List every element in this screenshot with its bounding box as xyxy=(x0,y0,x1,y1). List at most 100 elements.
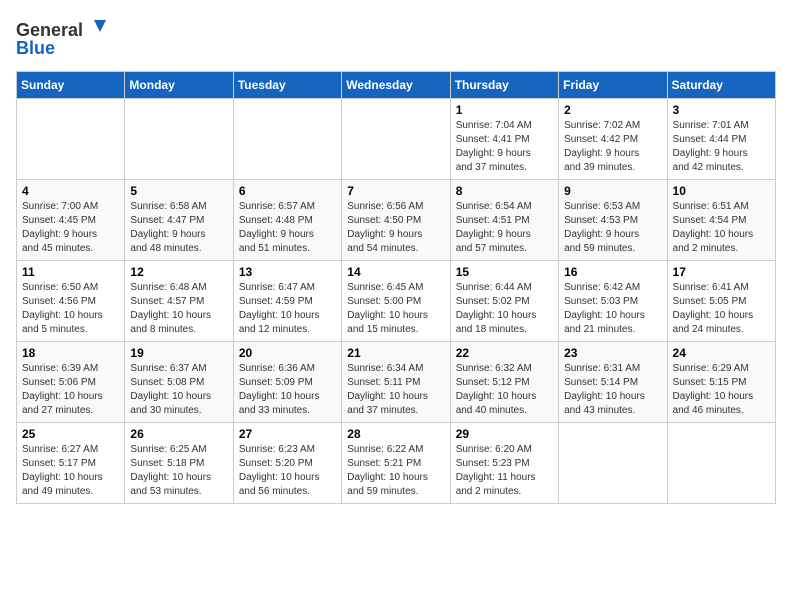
calendar-week-row: 11 Sunrise: 6:50 AM Sunset: 4:56 PM Dayli… xyxy=(17,261,776,342)
day-number: 9 xyxy=(564,184,661,198)
logo-svg: GeneralBlue xyxy=(16,16,116,61)
day-info: Sunrise: 6:34 AM Sunset: 5:11 PM Dayligh… xyxy=(347,362,444,418)
day-info: Sunrise: 6:44 AM Sunset: 5:02 PM Dayligh… xyxy=(456,281,553,337)
col-header-saturday: Saturday xyxy=(667,72,775,99)
day-info: Sunrise: 7:01 AM Sunset: 4:44 PM Dayligh… xyxy=(673,119,770,175)
day-info: Sunrise: 6:32 AM Sunset: 5:12 PM Dayligh… xyxy=(456,362,553,418)
page-header: GeneralBlue xyxy=(16,16,776,61)
calendar-cell: 1 Sunrise: 7:04 AM Sunset: 4:41 PM Daylig… xyxy=(450,99,558,180)
day-info: Sunrise: 7:02 AM Sunset: 4:42 PM Dayligh… xyxy=(564,119,661,175)
calendar-cell: 19 Sunrise: 6:37 AM Sunset: 5:08 PM Dayli… xyxy=(125,342,233,423)
day-info: Sunrise: 6:42 AM Sunset: 5:03 PM Dayligh… xyxy=(564,281,661,337)
day-number: 22 xyxy=(456,346,553,360)
day-info: Sunrise: 6:20 AM Sunset: 5:23 PM Dayligh… xyxy=(456,443,553,499)
calendar-cell: 9 Sunrise: 6:53 AM Sunset: 4:53 PM Daylig… xyxy=(559,180,667,261)
calendar-cell: 21 Sunrise: 6:34 AM Sunset: 5:11 PM Dayli… xyxy=(342,342,450,423)
calendar-table: SundayMondayTuesdayWednesdayThursdayFrid… xyxy=(16,71,776,504)
calendar-cell xyxy=(667,423,775,504)
col-header-monday: Monday xyxy=(125,72,233,99)
day-number: 24 xyxy=(673,346,770,360)
calendar-cell: 22 Sunrise: 6:32 AM Sunset: 5:12 PM Dayli… xyxy=(450,342,558,423)
calendar-cell: 18Sunrise: 6:39 AM Sunset: 5:06 PM Dayli… xyxy=(17,342,125,423)
day-number: 17 xyxy=(673,265,770,279)
day-number: 28 xyxy=(347,427,444,441)
calendar-cell: 15 Sunrise: 6:44 AM Sunset: 5:02 PM Dayli… xyxy=(450,261,558,342)
day-info: Sunrise: 6:51 AM Sunset: 4:54 PM Dayligh… xyxy=(673,200,770,256)
day-number: 11 xyxy=(22,265,119,279)
col-header-thursday: Thursday xyxy=(450,72,558,99)
day-number: 2 xyxy=(564,103,661,117)
day-number: 23 xyxy=(564,346,661,360)
day-number: 10 xyxy=(673,184,770,198)
day-info: Sunrise: 6:48 AM Sunset: 4:57 PM Dayligh… xyxy=(130,281,227,337)
calendar-cell xyxy=(125,99,233,180)
day-number: 14 xyxy=(347,265,444,279)
calendar-cell: 23 Sunrise: 6:31 AM Sunset: 5:14 PM Dayli… xyxy=(559,342,667,423)
calendar-cell: 13 Sunrise: 6:47 AM Sunset: 4:59 PM Dayli… xyxy=(233,261,341,342)
calendar-cell: 8Sunrise: 6:54 AM Sunset: 4:51 PM Daylig… xyxy=(450,180,558,261)
calendar-cell: 25Sunrise: 6:27 AM Sunset: 5:17 PM Dayli… xyxy=(17,423,125,504)
calendar-cell: 20 Sunrise: 6:36 AM Sunset: 5:09 PM Dayli… xyxy=(233,342,341,423)
calendar-cell: 16 Sunrise: 6:42 AM Sunset: 5:03 PM Dayli… xyxy=(559,261,667,342)
day-info: Sunrise: 6:37 AM Sunset: 5:08 PM Dayligh… xyxy=(130,362,227,418)
day-info: Sunrise: 7:00 AM Sunset: 4:45 PM Dayligh… xyxy=(22,200,119,256)
day-number: 26 xyxy=(130,427,227,441)
calendar-cell xyxy=(342,99,450,180)
calendar-cell xyxy=(17,99,125,180)
calendar-cell: 17Sunrise: 6:41 AM Sunset: 5:05 PM Dayli… xyxy=(667,261,775,342)
day-info: Sunrise: 6:25 AM Sunset: 5:18 PM Dayligh… xyxy=(130,443,227,499)
calendar-week-row: 1 Sunrise: 7:04 AM Sunset: 4:41 PM Daylig… xyxy=(17,99,776,180)
day-info: Sunrise: 6:29 AM Sunset: 5:15 PM Dayligh… xyxy=(673,362,770,418)
calendar-week-row: 18Sunrise: 6:39 AM Sunset: 5:06 PM Dayli… xyxy=(17,342,776,423)
calendar-cell: 2 Sunrise: 7:02 AM Sunset: 4:42 PM Daylig… xyxy=(559,99,667,180)
day-number: 5 xyxy=(130,184,227,198)
calendar-cell: 5 Sunrise: 6:58 AM Sunset: 4:47 PM Daylig… xyxy=(125,180,233,261)
svg-text:Blue: Blue xyxy=(16,38,55,58)
day-info: Sunrise: 6:50 AM Sunset: 4:56 PM Dayligh… xyxy=(22,281,119,337)
calendar-header-row: SundayMondayTuesdayWednesdayThursdayFrid… xyxy=(17,72,776,99)
day-number: 21 xyxy=(347,346,444,360)
day-number: 12 xyxy=(130,265,227,279)
calendar-cell: 26 Sunrise: 6:25 AM Sunset: 5:18 PM Dayli… xyxy=(125,423,233,504)
day-info: Sunrise: 6:23 AM Sunset: 5:20 PM Dayligh… xyxy=(239,443,336,499)
day-info: Sunrise: 6:36 AM Sunset: 5:09 PM Dayligh… xyxy=(239,362,336,418)
calendar-cell: 29 Sunrise: 6:20 AM Sunset: 5:23 PM Dayli… xyxy=(450,423,558,504)
day-info: Sunrise: 6:45 AM Sunset: 5:00 PM Dayligh… xyxy=(347,281,444,337)
day-info: Sunrise: 6:22 AM Sunset: 5:21 PM Dayligh… xyxy=(347,443,444,499)
day-number: 8 xyxy=(456,184,553,198)
day-number: 15 xyxy=(456,265,553,279)
day-number: 16 xyxy=(564,265,661,279)
svg-text:General: General xyxy=(16,20,83,40)
day-number: 4 xyxy=(22,184,119,198)
day-info: Sunrise: 6:58 AM Sunset: 4:47 PM Dayligh… xyxy=(130,200,227,256)
calendar-cell: 7Sunrise: 6:56 AM Sunset: 4:50 PM Daylig… xyxy=(342,180,450,261)
day-number: 27 xyxy=(239,427,336,441)
day-info: Sunrise: 7:04 AM Sunset: 4:41 PM Dayligh… xyxy=(456,119,553,175)
day-info: Sunrise: 6:39 AM Sunset: 5:06 PM Dayligh… xyxy=(22,362,119,418)
day-number: 20 xyxy=(239,346,336,360)
day-info: Sunrise: 6:47 AM Sunset: 4:59 PM Dayligh… xyxy=(239,281,336,337)
day-info: Sunrise: 6:31 AM Sunset: 5:14 PM Dayligh… xyxy=(564,362,661,418)
calendar-cell: 3 Sunrise: 7:01 AM Sunset: 4:44 PM Daylig… xyxy=(667,99,775,180)
col-header-friday: Friday xyxy=(559,72,667,99)
day-number: 25 xyxy=(22,427,119,441)
day-number: 13 xyxy=(239,265,336,279)
calendar-cell: 24 Sunrise: 6:29 AM Sunset: 5:15 PM Dayli… xyxy=(667,342,775,423)
day-number: 3 xyxy=(673,103,770,117)
col-header-tuesday: Tuesday xyxy=(233,72,341,99)
calendar-cell: 28 Sunrise: 6:22 AM Sunset: 5:21 PM Dayli… xyxy=(342,423,450,504)
calendar-cell: 6 Sunrise: 6:57 AM Sunset: 4:48 PM Daylig… xyxy=(233,180,341,261)
day-info: Sunrise: 6:57 AM Sunset: 4:48 PM Dayligh… xyxy=(239,200,336,256)
day-number: 19 xyxy=(130,346,227,360)
calendar-cell: 4 Sunrise: 7:00 AM Sunset: 4:45 PM Daylig… xyxy=(17,180,125,261)
day-number: 29 xyxy=(456,427,553,441)
calendar-cell: 12 Sunrise: 6:48 AM Sunset: 4:57 PM Dayli… xyxy=(125,261,233,342)
day-number: 6 xyxy=(239,184,336,198)
calendar-week-row: 4 Sunrise: 7:00 AM Sunset: 4:45 PM Daylig… xyxy=(17,180,776,261)
calendar-cell: 14 Sunrise: 6:45 AM Sunset: 5:00 PM Dayli… xyxy=(342,261,450,342)
day-info: Sunrise: 6:53 AM Sunset: 4:53 PM Dayligh… xyxy=(564,200,661,256)
day-info: Sunrise: 6:56 AM Sunset: 4:50 PM Dayligh… xyxy=(347,200,444,256)
day-number: 1 xyxy=(456,103,553,117)
calendar-cell: 27 Sunrise: 6:23 AM Sunset: 5:20 PM Dayli… xyxy=(233,423,341,504)
calendar-cell: 10 Sunrise: 6:51 AM Sunset: 4:54 PM Dayli… xyxy=(667,180,775,261)
